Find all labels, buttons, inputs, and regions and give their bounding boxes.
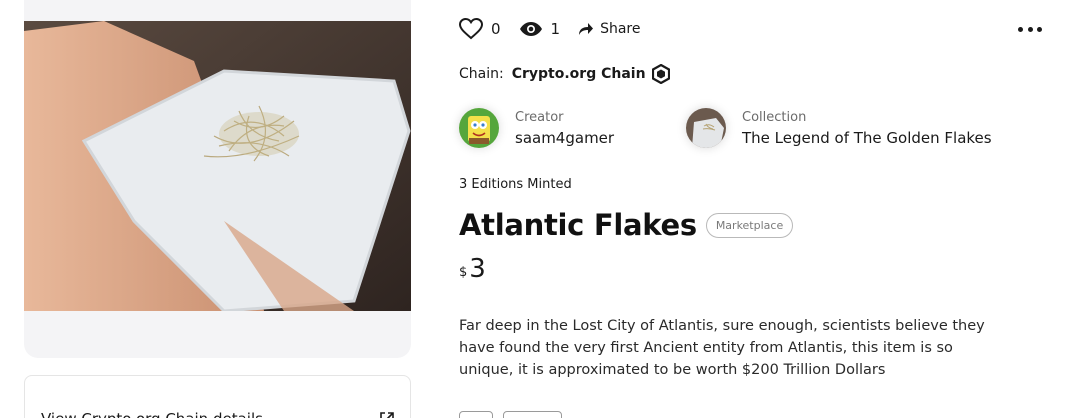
- collection-block[interactable]: Collection The Legend of The Golden Flak…: [686, 108, 992, 148]
- likes-count: 0: [491, 20, 501, 38]
- share-arrow-icon: [579, 23, 594, 35]
- crypto-org-chain-icon: [651, 64, 670, 84]
- like-button[interactable]: 0: [459, 18, 501, 40]
- price-value: 3: [469, 254, 486, 284]
- share-label: Share: [600, 21, 641, 37]
- price: $ 3: [459, 254, 486, 284]
- collection-name-link[interactable]: The Legend of The Golden Flakes: [742, 129, 992, 147]
- nft-description: Far deep in the Lost City of Atlantis, s…: [459, 318, 985, 378]
- external-link-icon[interactable]: [378, 410, 396, 418]
- collection-label: Collection: [742, 109, 807, 125]
- creator-block[interactable]: Creator saam4gamer: [459, 108, 614, 148]
- nft-detail-page: View Crypto.org Chain details 0 1 Sh: [0, 0, 1077, 418]
- nft-title: Atlantic Flakes: [459, 208, 697, 242]
- view-chain-details-link[interactable]: View Crypto.org Chain details: [41, 410, 263, 418]
- stats-bar: 0 1 Share: [459, 14, 659, 44]
- chain-row: Chain: Crypto.org Chain: [459, 64, 670, 84]
- views-count: 1: [550, 20, 561, 38]
- price-currency: $: [459, 265, 468, 280]
- views-stat: 1: [519, 20, 561, 38]
- creator-avatar[interactable]: [459, 108, 499, 148]
- more-options-button[interactable]: [1018, 20, 1042, 38]
- collection-avatar[interactable]: [686, 108, 726, 148]
- title-row: Atlantic Flakes Marketplace: [459, 208, 794, 242]
- tag-chip[interactable]: [459, 411, 493, 418]
- chain-name: Crypto.org Chain: [511, 66, 646, 82]
- nft-image[interactable]: [24, 21, 411, 311]
- chain-details-card[interactable]: View Crypto.org Chain details: [24, 375, 411, 418]
- creator-label: Creator: [515, 109, 564, 125]
- chain-label: Chain:: [459, 66, 504, 82]
- share-button[interactable]: Share: [578, 21, 641, 37]
- editions-minted: 3 Editions Minted: [459, 177, 572, 192]
- creator-name-link[interactable]: saam4gamer: [515, 129, 614, 147]
- heart-icon: [459, 18, 483, 40]
- tag-chip[interactable]: [503, 411, 562, 418]
- marketplace-badge: Marketplace: [705, 212, 794, 238]
- eye-icon: [519, 22, 542, 36]
- more-horizontal-icon: [1018, 26, 1023, 32]
